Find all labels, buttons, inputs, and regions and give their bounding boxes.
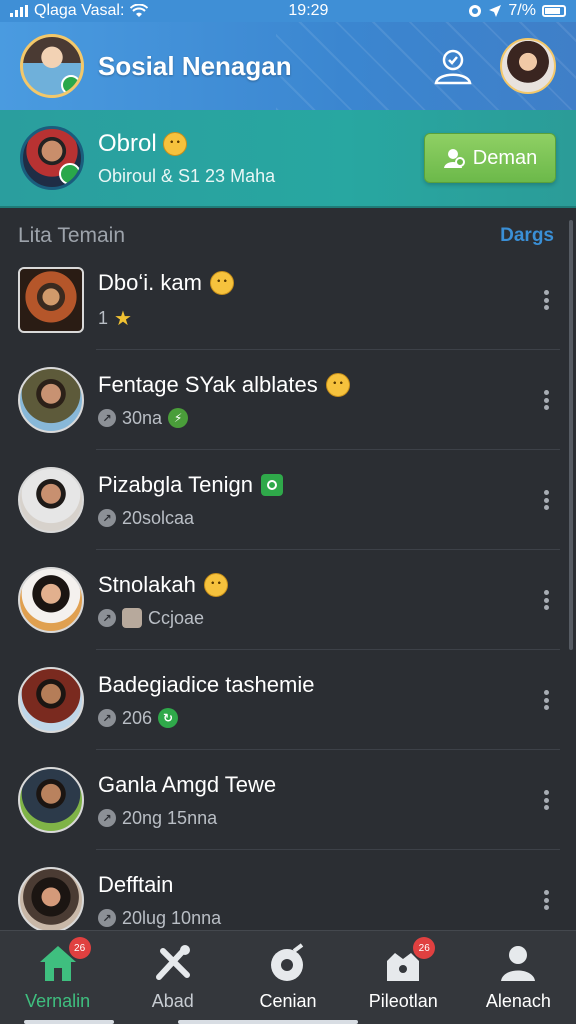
list-item[interactable]: Dboʻi. kam 1 ★ [0, 250, 568, 350]
active-chat-banner[interactable]: Obrol Obiroul & S1 23 Maha Deman [0, 110, 576, 208]
signal-icon [10, 5, 28, 17]
online-indicator [61, 75, 81, 95]
profile-check-icon[interactable] [432, 45, 474, 87]
online-indicator [59, 163, 81, 185]
neutral-emoji-icon [209, 270, 234, 295]
more-options-icon[interactable] [540, 886, 552, 914]
chat-avatar [20, 126, 84, 190]
friend-name: Pizabgla Tenign [98, 471, 253, 497]
clock: 19:29 [288, 2, 329, 19]
friend-avatar [18, 867, 84, 930]
deman-button-label: Deman [472, 146, 538, 169]
contact-avatar[interactable] [500, 38, 556, 94]
friend-status: 206 [122, 707, 153, 728]
nav-item-pileotlan[interactable]: 26 Pileotlan [346, 931, 461, 1024]
link-icon: ↗ [98, 509, 116, 527]
friend-name: Fentage SYak alblates [98, 371, 318, 397]
friend-status: 20ng 15nna [122, 807, 218, 828]
friend-name: Defftain [98, 871, 174, 897]
link-icon: ↗ [98, 609, 116, 627]
notification-badge: 26 [413, 937, 436, 959]
nav-item-cenian[interactable]: Cenian [230, 931, 345, 1024]
mini-avatar-icon [122, 608, 142, 628]
smiley-emoji-icon [325, 372, 350, 397]
location-icon [489, 5, 502, 17]
friend-status: 30na [122, 407, 163, 428]
nav-label: Pileotlan [368, 991, 438, 1011]
notification-badge: 26 [68, 937, 91, 959]
nav-item-abad[interactable]: Abad [115, 931, 230, 1024]
nav-label: Vernalin [25, 991, 91, 1011]
friend-name: Ganla Amgd Tewe [98, 771, 277, 797]
friend-status: Ccjoae [148, 607, 205, 628]
chat-name: Obrol [98, 129, 157, 157]
friend-list-action-link[interactable]: Dargs [500, 225, 554, 247]
deman-button[interactable]: Deman [424, 133, 556, 183]
chat-subtitle: Obiroul & S1 23 Maha [98, 165, 276, 186]
nav-label: Abad [151, 991, 194, 1011]
list-item[interactable]: Defftain ↗ 20lug 10nna [0, 850, 568, 930]
friend-name: Stnolakah [98, 571, 196, 597]
friend-name: Badegiadice tashemie [98, 671, 315, 697]
status-bar: Qlaga Vasal: 19:29 7/% [0, 0, 576, 22]
more-options-icon[interactable] [540, 686, 552, 714]
friend-list-title: Lita Temain [18, 224, 126, 247]
list-item[interactable]: Ganla Amgd Tewe ↗ 20ng 15nna [0, 750, 568, 850]
home-indicator [24, 1020, 114, 1024]
friend-status: 20lug 10nna [122, 907, 222, 928]
friend-name: Dboʻi. kam [98, 269, 202, 295]
more-options-icon[interactable] [540, 486, 552, 514]
link-icon: ↗ [98, 709, 116, 727]
target-icon [271, 943, 304, 981]
more-options-icon[interactable] [540, 286, 552, 314]
friend-status: 20solcaa [122, 507, 195, 528]
status-badge-icon [260, 473, 283, 496]
home-indicator [178, 1020, 358, 1024]
battery-icon [541, 5, 566, 17]
link-icon: ↗ [98, 409, 116, 427]
user-avatar[interactable] [20, 34, 84, 98]
bottom-navigation: 26 Vernalin Abad Cenian 26 Pileotlan Ale… [0, 930, 576, 1024]
lightning-badge-icon: ⚡ [168, 408, 189, 428]
list-item[interactable]: Fentage SYak alblates ↗ 30na ⚡ [0, 350, 568, 450]
nav-label: Alenach [485, 991, 551, 1011]
user-icon [443, 149, 465, 168]
nav-item-home[interactable]: 26 Vernalin [0, 931, 115, 1024]
carrier-name: Qlaga Vasal: [34, 2, 125, 19]
more-options-icon[interactable] [540, 786, 552, 814]
list-item[interactable]: Pizabgla Tenign ↗ 20solcaa [0, 450, 568, 550]
app-header: Sosial Nenagan [0, 22, 576, 110]
smiley-emoji-icon [203, 572, 228, 597]
more-options-icon[interactable] [540, 386, 552, 414]
star-icon: ★ [114, 307, 132, 330]
friend-avatar [18, 367, 84, 433]
friend-avatar [18, 267, 84, 333]
friend-avatar [18, 467, 84, 533]
smiley-emoji-icon [162, 131, 187, 156]
link-icon: ↗ [98, 809, 116, 827]
list-item[interactable]: Stnolakah ↗ Ccjoae [0, 550, 568, 650]
refresh-badge-icon: ↻ [158, 708, 179, 728]
list-item[interactable]: Badegiadice tashemie ↗ 206 ↻ [0, 650, 568, 750]
friend-list: Dboʻi. kam 1 ★ Fentage SYak alblates ↗ 30n… [0, 250, 576, 930]
nav-item-alenach[interactable]: Alenach [461, 931, 576, 1024]
friend-avatar [18, 567, 84, 633]
more-options-icon[interactable] [540, 586, 552, 614]
nav-label: Cenian [259, 991, 317, 1011]
app-title: Sosial Nenagan [98, 50, 292, 81]
alarm-icon [469, 5, 482, 17]
tools-icon [155, 945, 190, 980]
friend-avatar [18, 667, 84, 733]
person-icon [501, 946, 536, 981]
friend-avatar [18, 767, 84, 833]
battery-percent: 7/% [508, 2, 536, 19]
wifi-icon [130, 4, 149, 17]
link-icon: ↗ [98, 909, 116, 927]
friend-status: 1 [98, 307, 109, 328]
